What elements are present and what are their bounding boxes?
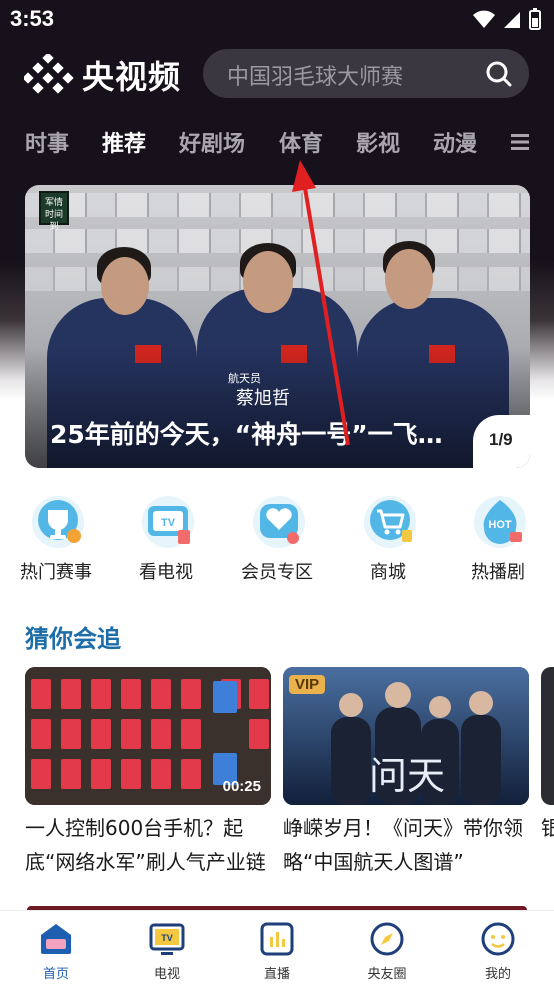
signal-icon: [504, 12, 520, 28]
tv-icon: TV: [149, 923, 185, 955]
search-placeholder: 中国羽毛球大师赛: [227, 65, 404, 90]
video-card-title: 峥嵘岁月！《问天》带你领略“中国航天人图谱”: [283, 816, 523, 874]
video-card-3-title: 银: [541, 816, 554, 840]
quick-entry-label: 看电视: [139, 562, 193, 583]
vip-heart-icon: [253, 496, 305, 548]
quick-entry-label: 会员专区: [241, 562, 313, 583]
banner-page-counter: 1/9: [489, 430, 513, 449]
app-logo-icon: [24, 54, 74, 94]
wifi-icon: [473, 10, 495, 28]
svg-text:TV: TV: [161, 517, 176, 529]
svg-text:TV: TV: [161, 933, 173, 943]
search-bar[interactable]: 中国羽毛球大师赛: [203, 49, 529, 98]
svg-text:HOT: HOT: [488, 519, 512, 531]
tab-shishi[interactable]: 时事: [25, 126, 69, 158]
quick-entry-vip-zone[interactable]: 会员专区: [227, 490, 327, 585]
bottom-nav-label: 央友圈: [367, 967, 407, 982]
bottom-nav-label: 电视: [153, 967, 180, 982]
section-title: 猜你会追: [25, 625, 121, 653]
bottom-nav-community[interactable]: 央友圈: [337, 919, 437, 984]
astronaut-left-face: [101, 257, 149, 315]
bottom-nav-tv[interactable]: TV 电视: [117, 919, 217, 984]
status-icons: [472, 8, 542, 30]
video-card-3-thumbnail[interactable]: [541, 667, 554, 805]
banner-nameplate-name: 蔡旭哲: [236, 388, 290, 409]
banner-badge: 军情 时间到: [39, 191, 69, 232]
menu-icon[interactable]: [510, 132, 530, 152]
bottom-navigation: 首页 TV 电视 直播 央友圈 我的: [0, 910, 554, 984]
compass-icon: [370, 922, 404, 956]
annotation-arrow-icon: [292, 160, 350, 446]
app-name: 央视频: [82, 58, 182, 96]
tab-yingshi[interactable]: 影视: [356, 126, 400, 158]
live-icon: [260, 922, 294, 956]
video-duration: 00:25: [222, 778, 261, 795]
status-bar: 3:53: [0, 0, 554, 40]
quick-entry-label: 热门赛事: [20, 562, 92, 583]
tab-haojuchang[interactable]: 好剧场: [179, 126, 245, 158]
tab-tuijian[interactable]: 推荐: [102, 126, 146, 158]
quick-entry-hot-drama[interactable]: HOT 热播剧: [448, 490, 548, 585]
quick-entry-hot-events[interactable]: 热门赛事: [6, 490, 106, 585]
quick-entry-label: 商城: [370, 562, 406, 583]
banner-title[interactable]: 25年前的今天，“神舟一号”一飞冲天: [50, 415, 465, 451]
tab-tiyu[interactable]: 体育: [279, 126, 323, 158]
category-tabs: 时事 推荐 好剧场 体育 影视 动漫: [0, 122, 554, 162]
poster-title-text: 问天: [369, 754, 445, 798]
quick-entry-mall[interactable]: 商城: [338, 490, 438, 585]
video-card-thumbnail: 00:25: [25, 667, 271, 805]
trophy-icon: [32, 496, 84, 548]
quick-entry-label: 热播剧: [471, 562, 525, 583]
hot-icon: HOT: [474, 496, 526, 548]
profile-icon: [481, 922, 515, 956]
bottom-nav-label: 直播: [263, 967, 290, 982]
astronaut-center-face: [243, 251, 293, 313]
bottom-nav-profile[interactable]: 我的: [448, 919, 548, 984]
tab-dongman[interactable]: 动漫: [433, 126, 477, 158]
bottom-nav-label: 首页: [42, 967, 69, 982]
cart-icon: [364, 496, 416, 548]
bottom-nav-label: 我的: [484, 967, 511, 982]
station-module-top: [25, 193, 530, 217]
video-card-thumbnail: 问天 VIP: [283, 667, 529, 805]
quick-entry-watch-tv[interactable]: TV 看电视: [116, 490, 216, 585]
bottom-nav-home[interactable]: 首页: [6, 919, 106, 984]
search-icon[interactable]: [485, 60, 513, 88]
status-time: 3:53: [10, 6, 55, 31]
astronaut-right-face: [385, 249, 433, 309]
video-card-title: 一人控制600台手机？起底“网络水军”刷人气产业链: [25, 816, 266, 874]
home-icon: [41, 924, 71, 954]
tv-icon: TV: [142, 496, 194, 548]
bottom-nav-live[interactable]: 直播: [227, 919, 327, 984]
vip-badge: VIP: [289, 675, 326, 694]
battery-icon: [529, 8, 541, 30]
